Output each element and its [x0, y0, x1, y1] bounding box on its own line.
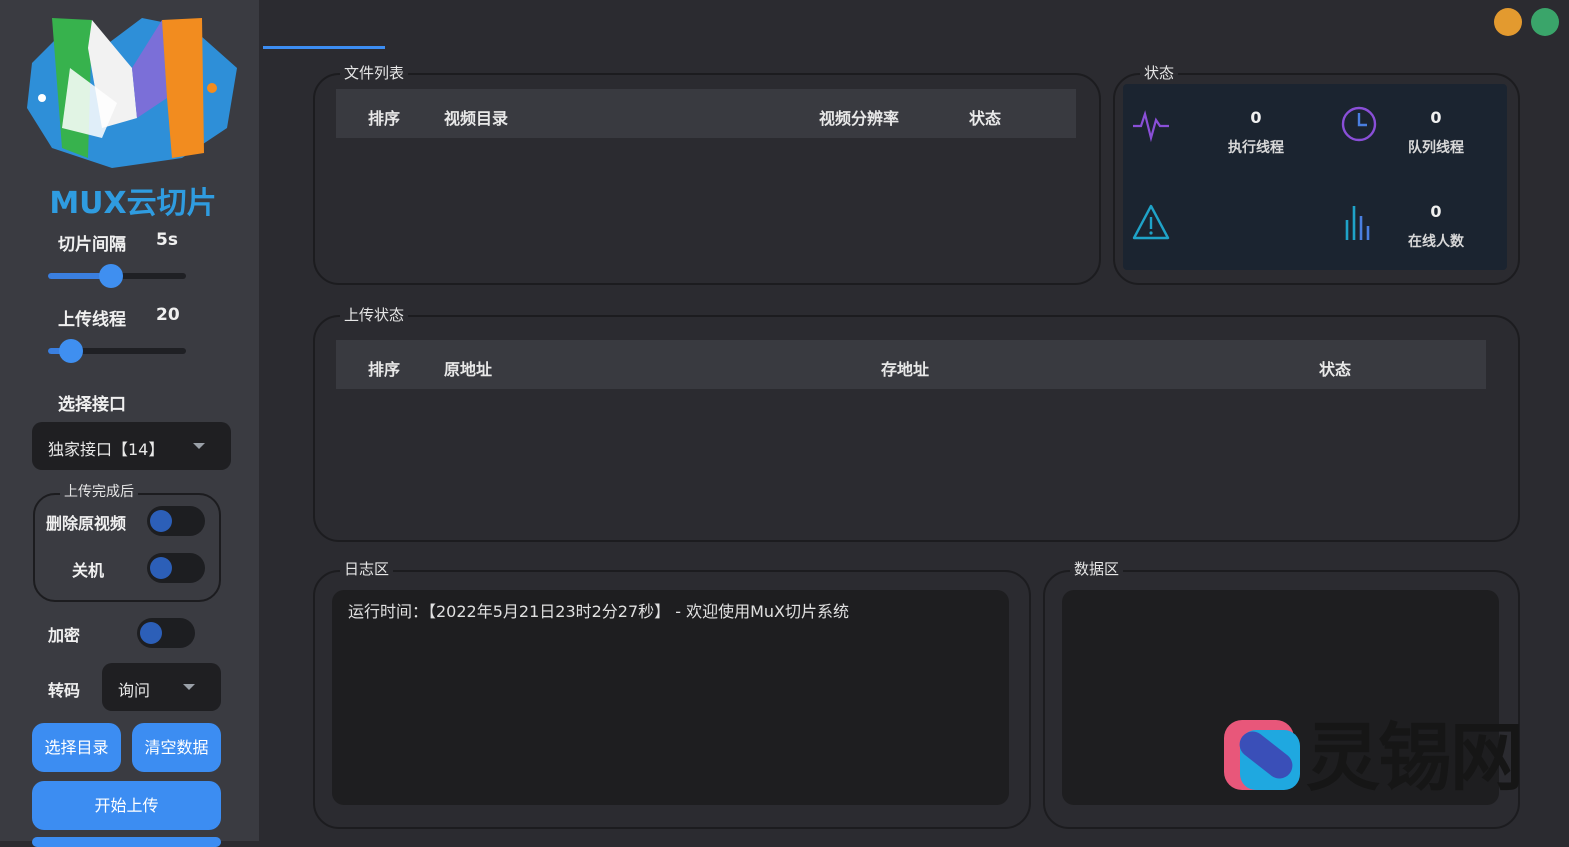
online-users-label: 在线人数	[1408, 234, 1464, 250]
upload-threads-label: 上传线程	[58, 310, 126, 330]
column-header[interactable]: 视频分辨率	[819, 105, 899, 129]
column-header[interactable]: 状态	[1319, 356, 1351, 380]
exec-threads-value: 0	[1250, 108, 1262, 127]
column-header[interactable]: 视频目录	[444, 105, 508, 129]
toggle-knob	[150, 557, 172, 579]
queue-threads-label: 队列线程	[1408, 140, 1464, 156]
logo-brand-text: MUX云切片	[49, 186, 216, 221]
slice-interval-value: 5s	[156, 230, 178, 250]
queue-threads-value: 0	[1430, 108, 1442, 127]
slice-interval-slider[interactable]	[48, 264, 186, 288]
after-upload-title: 上传完成后	[60, 481, 138, 501]
toggle-knob	[150, 510, 172, 532]
log-line: 运行时间：【2022年5月21日23时2分27秒】 - 欢迎使用MuX切片系统	[348, 602, 850, 621]
log-area[interactable]: 运行时间：【2022年5月21日23时2分27秒】 - 欢迎使用MuX切片系统	[332, 590, 1009, 805]
sidebar: MUX云切片 切片间隔 5s 上传线程 20 选择接口 独家接口【14】 上传完…	[0, 0, 259, 847]
upload-threads-thumb[interactable]	[59, 339, 84, 363]
bars-icon	[1345, 206, 1370, 240]
column-header[interactable]: 存地址	[881, 356, 929, 380]
start-upload-button[interactable]: 开始上传	[32, 781, 221, 830]
extra-button[interactable]	[32, 837, 221, 847]
log-title: 日志区	[340, 558, 394, 579]
toggle-knob	[140, 622, 162, 644]
minimize-button[interactable]	[1494, 8, 1522, 36]
slice-interval-thumb[interactable]	[99, 264, 124, 288]
upload-threads-value: 20	[156, 305, 180, 325]
status-grid: 0 执行线程 0 队列线程 0 在线人数	[1123, 84, 1507, 270]
delete-original-label: 删除原视频	[46, 514, 127, 533]
upload-status-title: 上传状态	[340, 304, 409, 325]
transcode-select-value: 询问	[118, 681, 151, 700]
watermark-text: 灵锡网	[1306, 715, 1524, 801]
transcode-select[interactable]: 询问	[102, 663, 221, 711]
select-api-label: 选择接口	[58, 395, 126, 415]
watermark: 灵锡网	[1218, 712, 1528, 804]
maximize-button[interactable]	[1531, 8, 1559, 36]
file-list-header: 排序 视频目录 视频分辨率 状态	[336, 89, 1076, 138]
slice-interval-label: 切片间隔	[58, 235, 126, 255]
delete-original-toggle[interactable]	[147, 506, 205, 536]
mux-logo: MUX云切片	[27, 18, 237, 221]
clear-data-button[interactable]: 清空数据	[132, 723, 221, 772]
transcode-label: 转码	[48, 681, 81, 700]
encrypt-label: 加密	[48, 626, 81, 645]
pulse-icon	[1133, 110, 1169, 143]
status-title: 状态	[1140, 62, 1179, 83]
api-select[interactable]: 独家接口【14】	[32, 422, 231, 470]
data-area-title: 数据区	[1070, 558, 1124, 579]
upload-threads-slider[interactable]	[48, 339, 186, 363]
column-header[interactable]: 原地址	[444, 356, 492, 380]
shutdown-toggle[interactable]	[147, 553, 205, 583]
upload-status-header: 排序 原地址 存地址 状态	[336, 340, 1486, 389]
file-list-title: 文件列表	[340, 62, 409, 83]
shutdown-label: 关机	[72, 561, 105, 580]
api-select-value: 独家接口【14】	[48, 440, 165, 459]
select-directory-button[interactable]: 选择目录	[32, 723, 121, 772]
chevron-down-icon	[193, 443, 205, 449]
warning-icon	[1132, 204, 1170, 240]
column-header[interactable]: 排序	[368, 356, 400, 380]
clock-icon	[1341, 106, 1377, 142]
column-header[interactable]: 状态	[969, 105, 1001, 129]
watermark-logo-icon	[1224, 720, 1300, 790]
encrypt-toggle[interactable]	[137, 618, 195, 648]
tab-indicator	[263, 46, 385, 49]
exec-threads-label: 执行线程	[1228, 140, 1284, 156]
online-users-value: 0	[1430, 202, 1442, 221]
chevron-down-icon	[183, 684, 195, 690]
column-header[interactable]: 排序	[368, 105, 400, 129]
